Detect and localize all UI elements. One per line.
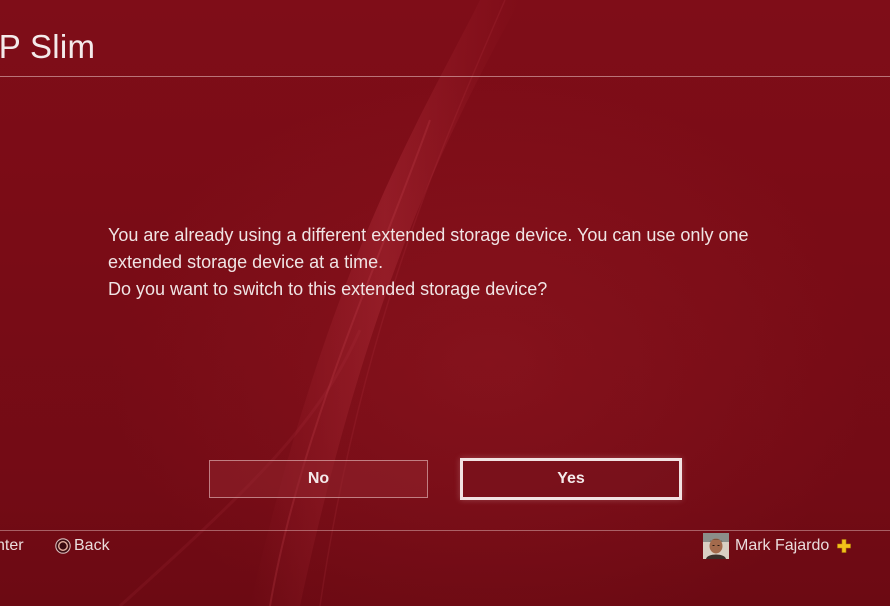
page-title: JP Slim [0, 28, 96, 65]
no-button[interactable]: No [209, 460, 428, 498]
user-profile[interactable]: Mark Fajardo [703, 533, 852, 559]
footer-divider [0, 530, 890, 531]
yes-button[interactable]: Yes [460, 458, 682, 500]
dialog-message-line: Do you want to switch to this extended s… [108, 279, 548, 299]
avatar [703, 533, 729, 559]
user-name: Mark Fajardo [735, 537, 830, 554]
back-hint[interactable]: Back [55, 537, 110, 555]
dialog-message-line: extended storage device at a time. [108, 252, 384, 272]
enter-hint: nter [0, 537, 24, 554]
dialog-message-line: You are already using a different extend… [108, 225, 749, 245]
circle-button-icon [55, 538, 71, 554]
background [0, 0, 890, 606]
header-divider [0, 76, 890, 77]
playstation-plus-icon [835, 539, 852, 553]
back-label: Back [74, 537, 110, 554]
dialog-message: You are already using a different extend… [108, 222, 808, 303]
background-wave-decoration [118, 0, 520, 606]
